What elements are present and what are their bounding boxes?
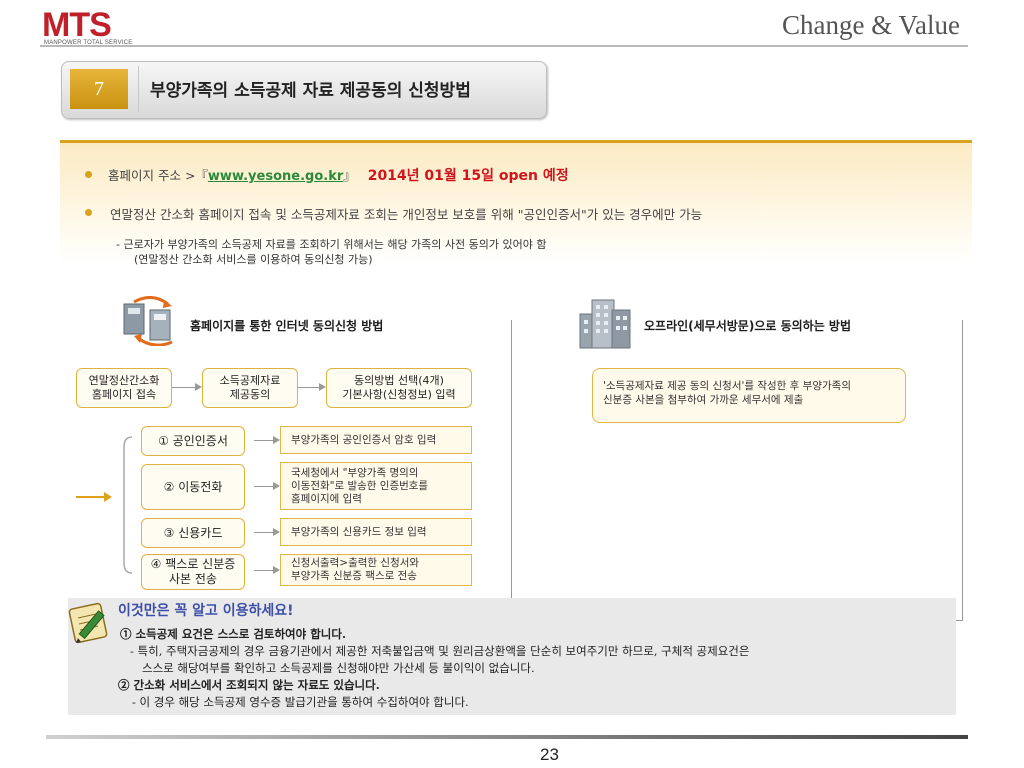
method-label: ② 이동전화	[163, 479, 223, 494]
method-desc: 신청서출력>출력한 신청서와 부양가족 신분증 팩스로 전송	[291, 557, 420, 582]
section-number: 7	[70, 69, 128, 109]
note-item-2-sub: - 이 경우 해당 소득공제 영수증 발급기관을 통하여 수집하여야 합니다.	[132, 695, 469, 709]
method-certificate-desc: 부양가족의 공인인증서 암호 입력	[280, 426, 472, 454]
offline-desc-box: '소득공제자료 제공 동의 신청서'를 작성한 후 부양가족의 신분증 사본을 …	[592, 368, 906, 423]
method-credit-card: ③ 신용카드	[141, 518, 245, 548]
step-consent: 소득공제자료 제공동의	[202, 368, 298, 408]
method-label: ③ 신용카드	[163, 525, 223, 540]
arrow-icon	[298, 383, 326, 391]
title-separator	[138, 66, 139, 112]
bullet-icon	[85, 171, 92, 178]
column-divider	[511, 320, 512, 612]
note-item-1-sub-1: - 특히, 주택자금공제의 경우 금융기관에서 제공한 저축불입금액 및 원리금…	[130, 644, 750, 658]
method-label: ① 공인인증서	[158, 433, 228, 448]
info-sub-2: (연말정산 간소화 서비스를 이용하여 동의신청 가능)	[134, 253, 373, 266]
method-credit-card-desc: 부양가족의 신용카드 정보 입력	[280, 518, 472, 546]
step-label: 소득공제자료 제공동의	[219, 374, 281, 401]
note-item-1: ① 소득공제 요건은 스스로 검토하여야 합니다.	[120, 627, 346, 641]
arrow-icon	[254, 566, 280, 574]
arrow-icon	[254, 436, 280, 444]
method-certificate: ① 공인인증서	[141, 426, 245, 456]
info-sub-1: - 근로자가 부양가족의 소득공제 자료를 조회하기 위해서는 해당 가족의 사…	[116, 238, 547, 251]
method-mobile-desc: 국세청에서 "부양가족 명의의 이동전화"로 발송한 인증번호를 홈페이지에 입…	[280, 462, 472, 510]
method-label: ④ 팩스로 신분증 사본 전송	[150, 557, 236, 586]
arrow-icon	[172, 383, 202, 391]
bullet-icon	[85, 209, 92, 216]
url-prefix: 홈페이지 주소 >『	[108, 168, 208, 183]
method-bracket	[76, 436, 133, 574]
info-line-2: 연말정산 간소화 홈페이지 접속 및 소득공제자료 조회는 개인정보 보호를 위…	[110, 207, 703, 222]
arrow-icon	[254, 482, 280, 490]
note-item-1-sub-2: 스스로 해당여부를 확인하고 소득공제를 신청해야만 가산세 등 불이익이 없습…	[142, 661, 535, 675]
offline-section-title: 오프라인(세무서방문)으로 동의하는 방법	[644, 319, 852, 333]
notepad-pencil-icon	[68, 602, 108, 644]
offline-desc: '소득공제자료 제공 동의 신청서'를 작성한 후 부양가족의 신분증 사본을 …	[603, 380, 851, 406]
yesone-link[interactable]: www.yesone.go.kr	[208, 169, 343, 184]
computer-exchange-icon	[123, 296, 173, 346]
open-date: 2014년 01월 15일 open 예정	[367, 168, 569, 184]
url-suffix: 』	[343, 168, 356, 183]
method-fax-desc: 신청서출력>출력한 신청서와 부양가족 신분증 팩스로 전송	[280, 554, 472, 586]
note-title: 이것만은 꼭 알고 이용하세요!	[118, 603, 294, 619]
page-number: 23	[540, 745, 559, 764]
slogan: Change & Value	[782, 10, 960, 40]
method-fax: ④ 팩스로 신분증 사본 전송	[141, 554, 245, 590]
header-divider	[40, 45, 968, 47]
method-desc: 부양가족의 공인인증서 암호 입력	[291, 433, 437, 446]
method-desc: 부양가족의 신용카드 정보 입력	[291, 525, 427, 538]
method-desc: 국세청에서 "부양가족 명의의 이동전화"로 발송한 인증번호를 홈페이지에 입…	[291, 466, 429, 505]
right-border-line	[962, 320, 963, 620]
step-select-method: 동의방법 선택(4개) 기본사항(신청정보) 입력	[326, 368, 472, 408]
online-section-title: 홈페이지를 통한 인터넷 동의신청 방법	[190, 319, 384, 333]
method-mobile: ② 이동전화	[141, 464, 245, 510]
building-icon	[579, 299, 631, 349]
note-item-2: ② 간소화 서비스에서 조회되지 않는 자료도 있습니다.	[118, 678, 380, 692]
step-label: 동의방법 선택(4개) 기본사항(신청정보) 입력	[342, 374, 456, 401]
footer-divider	[46, 735, 968, 739]
arrow-icon	[254, 528, 280, 536]
info-line-1: 홈페이지 주소 >『www.yesone.go.kr』 2014년 01월 15…	[108, 165, 569, 185]
step-label: 연말정산간소화 홈페이지 접속	[88, 374, 160, 401]
page-title: 부양가족의 소득공제 자료 제공동의 신청방법	[150, 81, 471, 101]
step-homepage-access: 연말정산간소화 홈페이지 접속	[76, 368, 172, 408]
